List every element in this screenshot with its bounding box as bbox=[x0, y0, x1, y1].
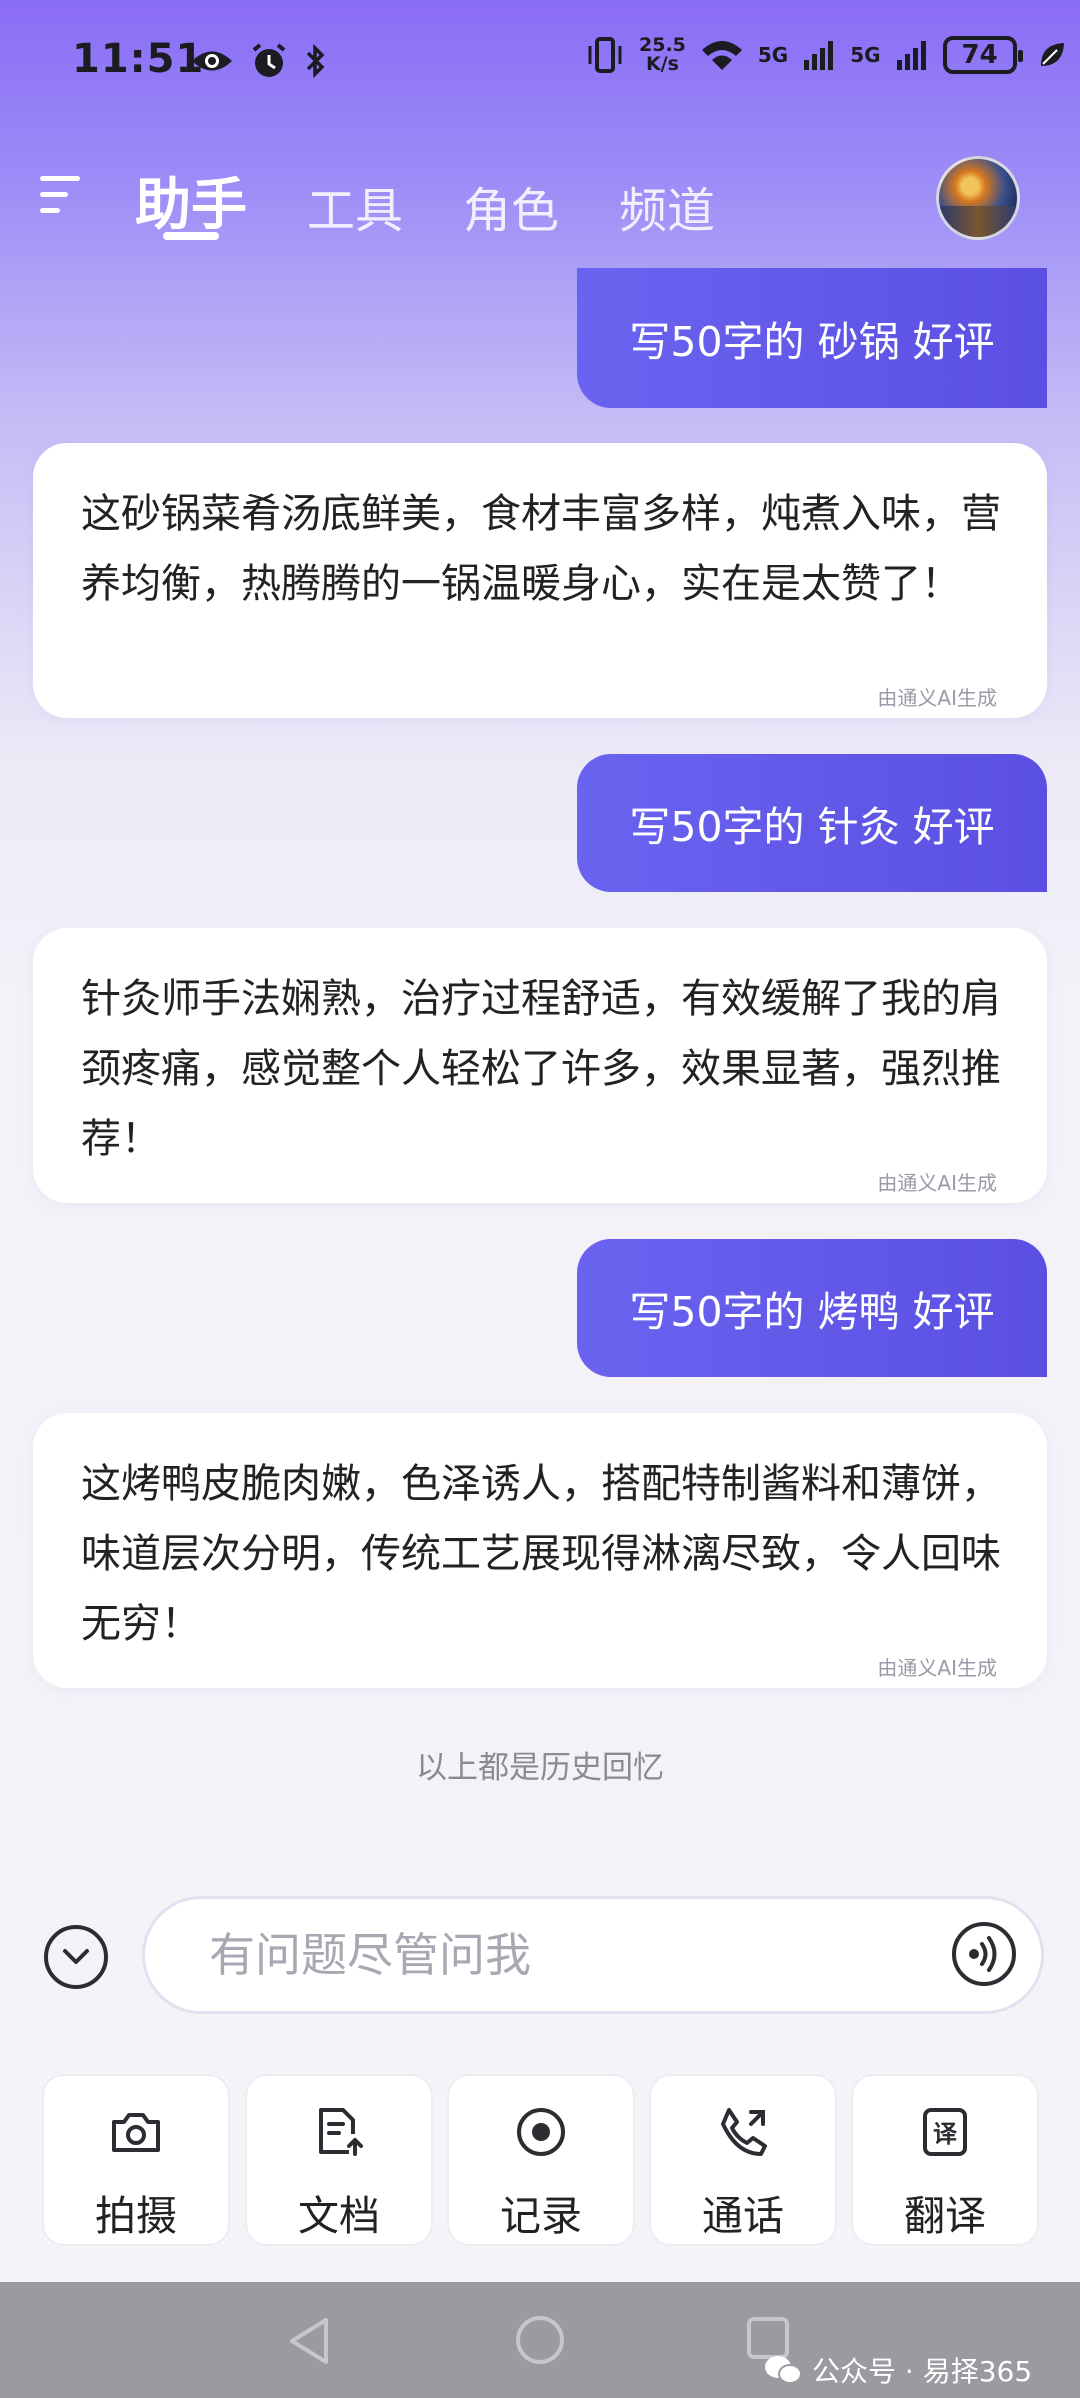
translate-icon: 译 bbox=[923, 2108, 967, 2156]
user-message[interactable]: 写50字的 针灸 好评 bbox=[577, 754, 1047, 892]
ai-generated-tag: 由通义AI生成 bbox=[877, 686, 997, 710]
tab-roles[interactable]: 角色 bbox=[463, 171, 559, 241]
watermark-text: 公众号 · 易择365 bbox=[812, 2355, 1033, 2388]
collapse-button[interactable] bbox=[44, 1925, 108, 1989]
home-icon[interactable] bbox=[514, 2314, 566, 2366]
watermark: 公众号 · 易择365 bbox=[764, 2350, 1032, 2390]
tab-channels[interactable]: 频道 bbox=[619, 171, 715, 241]
network-type-1: 5G bbox=[757, 43, 789, 67]
alarm-icon bbox=[252, 43, 286, 77]
status-time: 11:51 bbox=[72, 36, 205, 82]
voice-wave-icon bbox=[969, 1936, 997, 1972]
chevron-down-icon bbox=[63, 1949, 89, 1964]
history-note: 以上都是历史回忆 bbox=[416, 1750, 664, 1786]
wifi-icon bbox=[701, 41, 742, 70]
tool-label: 记录 bbox=[500, 2192, 582, 2240]
battery-indicator: 74 bbox=[942, 36, 1023, 74]
ai-message-text: 这砂锅菜肴汤底鲜美，食材丰富多样，炖煮入味，营养均衡，热腾腾的一锅温暖身心，实在… bbox=[81, 491, 1001, 607]
tool-document-button[interactable]: 文档 bbox=[245, 2074, 433, 2246]
document-upload-icon bbox=[319, 2108, 363, 2156]
signal-icon bbox=[896, 41, 926, 70]
phone-call-icon bbox=[721, 2108, 767, 2156]
top-tabs: 助手 工具 角色 频道 bbox=[135, 160, 715, 241]
tool-call-button[interactable]: 通话 bbox=[649, 2074, 837, 2246]
svg-text:译: 译 bbox=[933, 2120, 958, 2148]
tool-record-button[interactable]: 记录 bbox=[447, 2074, 635, 2246]
chat-input[interactable] bbox=[142, 1896, 1044, 2014]
tool-camera-button[interactable]: 拍摄 bbox=[42, 2074, 230, 2246]
network-speed: 25.5 K/s bbox=[639, 34, 686, 75]
status-bar: 11:51 25.5 K/s 5G 5G 74 bbox=[0, 0, 1080, 130]
ai-message: 这砂锅菜肴汤底鲜美，食材丰富多样，炖煮入味，营养均衡，热腾腾的一锅温暖身心，实在… bbox=[33, 443, 1047, 718]
ai-message-text: 这烤鸭皮脆肉嫩，色泽诱人，搭配特制酱料和薄饼，味道层次分明，传统工艺展现得淋漓尽… bbox=[81, 1461, 1001, 1647]
leaf-icon bbox=[1040, 43, 1064, 66]
network-type-2: 5G bbox=[850, 43, 881, 67]
voice-input-button[interactable] bbox=[952, 1922, 1016, 1986]
vibrate-icon bbox=[588, 37, 622, 73]
tool-label: 翻译 bbox=[904, 2192, 986, 2240]
record-icon bbox=[517, 2108, 565, 2156]
tool-label: 拍摄 bbox=[95, 2192, 177, 2240]
wechat-icon bbox=[765, 2356, 802, 2384]
bluetooth-icon bbox=[306, 43, 325, 79]
avatar[interactable] bbox=[936, 156, 1020, 240]
user-message[interactable]: 写50字的 烤鸭 好评 bbox=[577, 1239, 1047, 1377]
ai-generated-tag: 由通义AI生成 bbox=[877, 1171, 997, 1195]
camera-icon bbox=[112, 2113, 160, 2152]
ai-message-text: 针灸师手法娴熟，治疗过程舒适，有效缓解了我的肩颈疼痛，感觉整个人轻松了许多，效果… bbox=[81, 976, 1001, 1162]
ai-message: 这烤鸭皮脆肉嫩，色泽诱人，搭配特制酱料和薄饼，味道层次分明，传统工艺展现得淋漓尽… bbox=[33, 1413, 1047, 1688]
user-message[interactable]: 写50字的 砂锅 好评 bbox=[577, 268, 1047, 408]
menu-icon[interactable] bbox=[40, 172, 88, 220]
signal-icon bbox=[804, 41, 834, 70]
ai-message: 针灸师手法娴熟，治疗过程舒适，有效缓解了我的肩颈疼痛，感觉整个人轻松了许多，效果… bbox=[33, 928, 1047, 1203]
tool-label: 通话 bbox=[702, 2192, 784, 2240]
back-icon[interactable] bbox=[284, 2314, 334, 2368]
tab-assistant[interactable]: 助手 bbox=[135, 160, 247, 241]
tool-translate-button[interactable]: 译 翻译 bbox=[851, 2074, 1039, 2246]
tool-label: 文档 bbox=[298, 2192, 380, 2240]
ai-generated-tag: 由通义AI生成 bbox=[877, 1656, 997, 1680]
eye-icon bbox=[192, 51, 232, 71]
tab-tools[interactable]: 工具 bbox=[307, 171, 403, 241]
